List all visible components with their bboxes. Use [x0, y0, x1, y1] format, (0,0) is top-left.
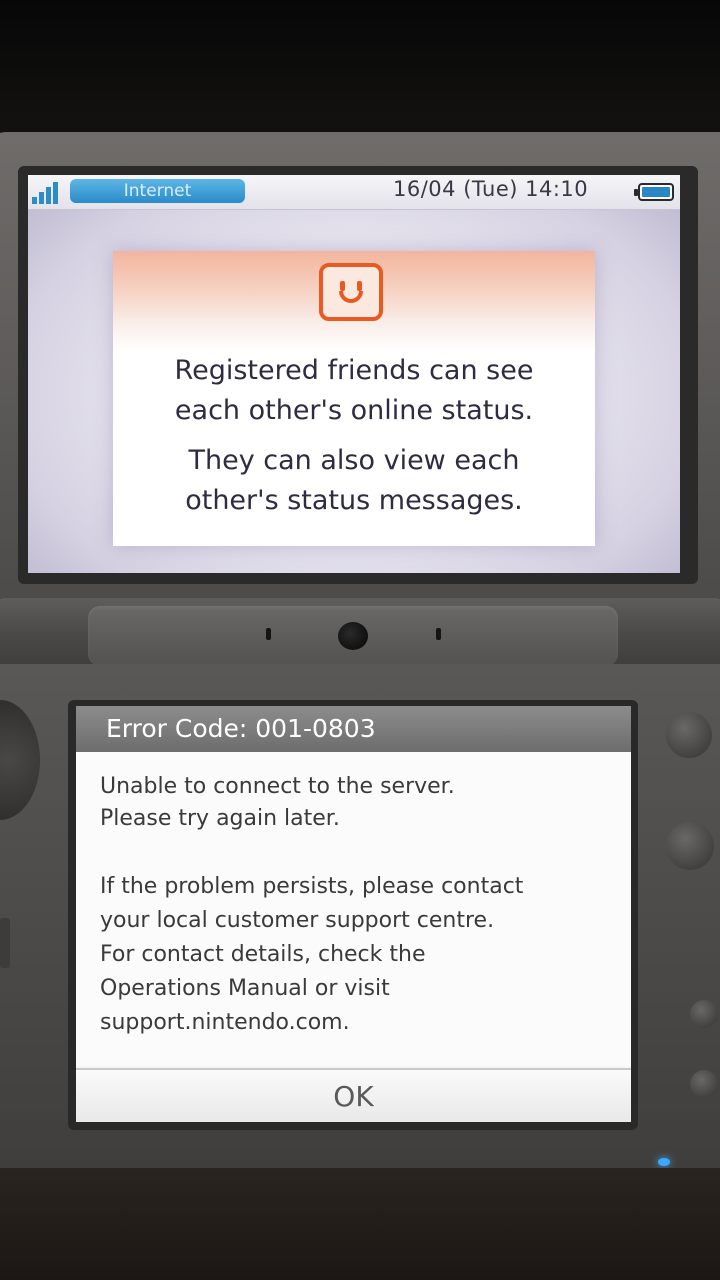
error-message-line: For contact details, check the: [100, 942, 426, 967]
power-led: [658, 1158, 670, 1166]
home-button[interactable]: [690, 1070, 718, 1098]
error-message-line: Please try again later.: [100, 806, 340, 831]
x-button[interactable]: [666, 712, 712, 758]
side-tab: [0, 918, 10, 968]
info-text-line: Registered friends can see: [174, 355, 534, 386]
device-photo: Internet 16/04 (Tue) 14:10 Registered fr…: [0, 0, 720, 1280]
top-screen: Internet 16/04 (Tue) 14:10 Registered fr…: [28, 175, 680, 573]
table-surface: [0, 1168, 720, 1280]
info-text-line: other's status messages.: [185, 485, 523, 516]
error-dialog: Error Code: 001-0803 Unable to connect t…: [76, 706, 631, 1122]
b-button[interactable]: [666, 822, 714, 870]
info-text-line: each other's online status.: [174, 395, 534, 426]
error-code-title: Error Code: 001-0803: [76, 706, 631, 752]
wifi-signal-icon: [32, 180, 66, 204]
connection-status-badge: Internet: [70, 179, 245, 203]
start-button[interactable]: [690, 1000, 718, 1028]
support-url: support.nintendo.com.: [100, 1010, 350, 1035]
camera-icon: [338, 622, 368, 650]
smiley-face-icon: [319, 263, 383, 321]
error-message-line: If the problem persists, please contact: [100, 874, 524, 899]
battery-icon: [634, 183, 674, 201]
friend-info-card: Registered friends can see each other's …: [113, 251, 595, 546]
ok-button[interactable]: OK: [76, 1068, 631, 1122]
error-message-line: Unable to connect to the server.: [100, 774, 455, 799]
error-message-line: Operations Manual or visit: [100, 976, 390, 1001]
error-message-line: your local customer support centre.: [100, 908, 495, 933]
info-text-line: They can also view each: [188, 445, 520, 476]
error-message: Unable to connect to the server. Please …: [76, 752, 631, 1066]
status-bar: Internet 16/04 (Tue) 14:10: [28, 175, 680, 210]
date-time: 16/04 (Tue) 14:10: [393, 177, 589, 201]
sensor-icon: [436, 628, 441, 640]
microphone-icon: [266, 628, 271, 640]
